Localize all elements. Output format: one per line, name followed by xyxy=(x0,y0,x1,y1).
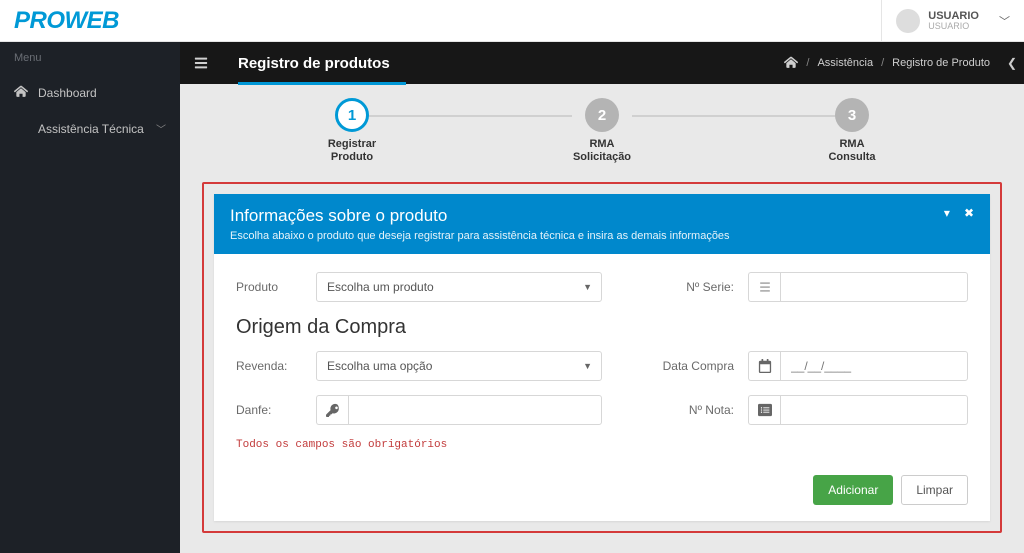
revenda-select[interactable]: Escolha uma opção xyxy=(316,351,602,381)
brand-logo: PROWEB xyxy=(0,7,133,35)
home-icon xyxy=(14,84,28,101)
clear-button[interactable]: Limpar xyxy=(901,475,968,505)
panel-title: Informações sobre o produto xyxy=(230,206,730,226)
datacompra-label: Data Compra xyxy=(640,359,734,373)
nserie-input[interactable] xyxy=(780,272,968,302)
highlight-box: Informações sobre o produto Escolha abai… xyxy=(202,182,1002,533)
step-circle: 1 xyxy=(335,98,369,132)
user-name: USUARIO xyxy=(928,10,979,22)
step-circle: 3 xyxy=(835,98,869,132)
collapse-right-button[interactable]: ❮ xyxy=(1000,42,1024,84)
main: Registro de produtos / Assistência / Reg… xyxy=(180,42,1024,553)
breadcrumb-level1[interactable]: Assistência xyxy=(817,57,873,69)
avatar xyxy=(896,9,920,33)
produto-select[interactable]: Escolha um produto xyxy=(316,272,602,302)
nnota-label: Nº Nota: xyxy=(640,403,734,417)
produto-label: Produto xyxy=(236,280,302,294)
sidebar: Menu Dashboard Assistência Técnica ﹀ xyxy=(0,42,180,553)
revenda-label: Revenda: xyxy=(236,359,302,373)
breadcrumb: / Assistência / Registro de Produto xyxy=(784,55,1000,72)
sidebar-item-assistencia[interactable]: Assistência Técnica ﹀ xyxy=(0,111,180,146)
breadcrumb-sep: / xyxy=(806,57,809,69)
product-info-panel: Informações sobre o produto Escolha abai… xyxy=(214,194,990,521)
page-title: Registro de produtos xyxy=(222,42,406,84)
breadcrumb-level2[interactable]: Registro de Produto xyxy=(892,57,990,69)
home-icon[interactable] xyxy=(784,55,798,72)
step-label-line1: Registrar xyxy=(328,138,376,150)
breadcrumb-sep: / xyxy=(881,57,884,69)
required-msg: Todos os campos são obrigatórios xyxy=(236,439,968,451)
user-menu[interactable]: USUARIO USUARIO ﹀ xyxy=(881,0,1024,41)
sidebar-header: Menu xyxy=(0,42,180,74)
list-alt-icon xyxy=(748,395,780,425)
topbar: PROWEB USUARIO USUARIO ﹀ xyxy=(0,0,1024,42)
hamburger-button[interactable] xyxy=(180,42,222,84)
sidebar-item-label: Assistência Técnica xyxy=(38,122,144,136)
chevron-down-icon: ﹀ xyxy=(987,13,1010,29)
step-label-line1: RMA xyxy=(589,138,614,150)
sidebar-item-dashboard[interactable]: Dashboard xyxy=(0,74,180,111)
user-subname: USUARIO xyxy=(928,22,979,32)
close-icon[interactable]: ✖ xyxy=(964,206,974,220)
step-2[interactable]: 2 RMA Solicitação xyxy=(542,98,662,164)
panel-subtitle: Escolha abaixo o produto que deseja regi… xyxy=(230,230,730,242)
calendar-icon xyxy=(748,351,780,381)
step-label-line1: RMA xyxy=(839,138,864,150)
list-icon xyxy=(748,272,780,302)
add-button[interactable]: Adicionar xyxy=(813,475,893,505)
nserie-label: Nº Serie: xyxy=(640,280,734,294)
datacompra-input[interactable] xyxy=(780,351,968,381)
step-1[interactable]: 1 Registrar Produto xyxy=(292,98,412,164)
origem-title: Origem da Compra xyxy=(236,316,968,339)
step-circle: 2 xyxy=(585,98,619,132)
key-icon xyxy=(316,395,348,425)
danfe-input[interactable] xyxy=(348,395,602,425)
step-label-line2: Produto xyxy=(331,151,373,163)
step-label-line2: Solicitação xyxy=(573,151,631,163)
danfe-label: Danfe: xyxy=(236,403,302,417)
step-label-line2: Consulta xyxy=(828,151,875,163)
panel-header: Informações sobre o produto Escolha abai… xyxy=(214,194,990,254)
caret-down-icon[interactable]: ▾ xyxy=(944,206,950,220)
nnota-input[interactable] xyxy=(780,395,968,425)
step-3[interactable]: 3 RMA Consulta xyxy=(792,98,912,164)
chevron-down-icon: ﹀ xyxy=(156,121,166,136)
sidebar-item-label: Dashboard xyxy=(38,86,97,100)
titlebar: Registro de produtos / Assistência / Reg… xyxy=(180,42,1024,84)
stepper: 1 Registrar Produto 2 RMA Solicitação 3 xyxy=(202,94,1002,182)
